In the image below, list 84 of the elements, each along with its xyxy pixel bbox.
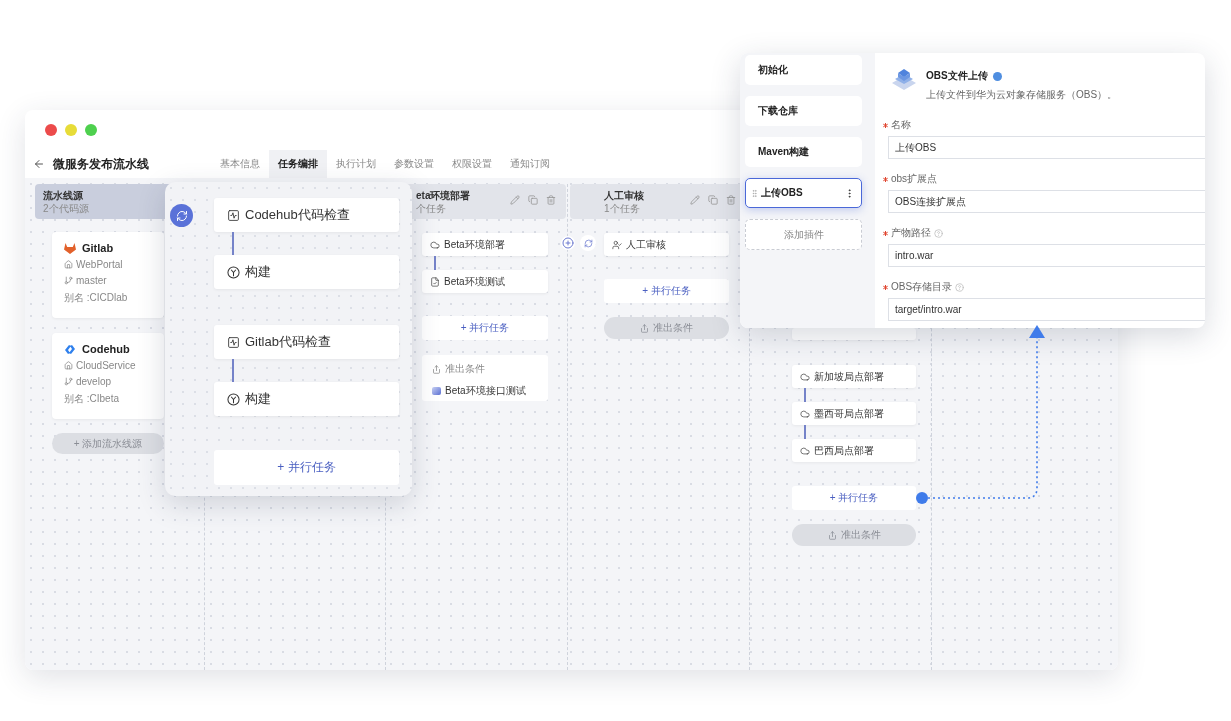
plugin-step[interactable]: 下载仓库 bbox=[745, 96, 862, 126]
cloud-icon bbox=[800, 408, 810, 419]
tab[interactable]: 执行计划 bbox=[327, 150, 385, 178]
start-node-icon[interactable] bbox=[170, 204, 193, 227]
cloud-icon bbox=[800, 445, 810, 456]
tab[interactable]: 任务编排 bbox=[269, 150, 327, 178]
edit-icon[interactable] bbox=[510, 195, 520, 205]
task-card[interactable]: 构建 bbox=[214, 255, 399, 289]
repository-card[interactable]: Codehub CloudService develop 别名 :CIbeta bbox=[52, 333, 164, 419]
delete-icon[interactable] bbox=[546, 195, 556, 205]
parallel-task-button[interactable]: + 并行任务 bbox=[604, 279, 729, 303]
parallel-task-button[interactable]: + 并行任务 bbox=[214, 450, 399, 485]
repository-name: Gitlab bbox=[82, 242, 114, 254]
field-label: obs扩展点 bbox=[891, 172, 938, 186]
home-icon bbox=[64, 361, 73, 370]
tab[interactable]: 通知订阅 bbox=[501, 150, 559, 178]
task-card[interactable]: 墨西哥局点部署 bbox=[792, 402, 916, 425]
plugin-step[interactable]: 上传OBS bbox=[745, 178, 862, 208]
copy-icon[interactable] bbox=[708, 195, 718, 205]
task-card[interactable]: 构建 bbox=[214, 382, 399, 416]
fox-logo-icon bbox=[64, 242, 76, 254]
copy-icon[interactable] bbox=[528, 195, 538, 205]
add-plugin-button[interactable]: 添加插件 bbox=[745, 219, 862, 250]
project-name: WebPortal bbox=[76, 259, 123, 270]
input-field[interactable]: intro.war bbox=[888, 244, 1205, 267]
back-icon[interactable] bbox=[33, 158, 45, 170]
input-field[interactable]: target/intro.war bbox=[888, 298, 1205, 321]
maximize-button[interactable] bbox=[85, 124, 97, 136]
drag-handle-icon[interactable] bbox=[750, 188, 759, 198]
branch-name: develop bbox=[76, 376, 112, 387]
cloud-icon bbox=[800, 371, 810, 382]
branch-icon bbox=[64, 276, 73, 285]
home-icon bbox=[64, 260, 73, 269]
task-card[interactable]: Gitlab代码检查 bbox=[214, 325, 399, 359]
tab[interactable]: 基本信息 bbox=[211, 150, 269, 178]
share-icon bbox=[827, 530, 837, 540]
field-label: 名称 bbox=[891, 118, 911, 132]
plugin-description: 上传文件到华为云对象存储服务（OBS）。 bbox=[926, 88, 1118, 102]
link-logo-icon bbox=[64, 343, 76, 355]
parallel-task-button[interactable]: + 并行任务 bbox=[792, 486, 916, 510]
parallel-task-button[interactable]: + 并行任务 bbox=[422, 316, 548, 340]
task-card[interactable]: 巴西局点部署 bbox=[792, 439, 916, 462]
tab[interactable]: 权限设置 bbox=[443, 150, 501, 178]
fork-circle-icon bbox=[227, 392, 240, 406]
task-card[interactable]: Beta环境测试 bbox=[422, 270, 548, 293]
alias-text: 别名 :CICDlab bbox=[64, 291, 128, 305]
edit-icon[interactable] bbox=[690, 195, 700, 205]
plugin-step[interactable]: 初始化 bbox=[745, 55, 862, 85]
verified-icon bbox=[992, 71, 1002, 81]
branch-icon bbox=[64, 377, 73, 386]
close-button[interactable] bbox=[45, 124, 57, 136]
chart-window-icon bbox=[227, 208, 240, 222]
task-card[interactable]: 人工审核 bbox=[604, 233, 729, 256]
task-card[interactable]: 新加坡局点部署 bbox=[792, 365, 916, 388]
field-label: 产物路径 bbox=[891, 226, 931, 240]
repository-name: Codehub bbox=[82, 343, 130, 355]
delete-icon[interactable] bbox=[726, 195, 736, 205]
input-field[interactable]: OBS连接扩展点 bbox=[888, 190, 1205, 213]
help-icon[interactable] bbox=[955, 282, 965, 292]
cloud-icon bbox=[430, 239, 440, 250]
share-icon bbox=[432, 364, 441, 374]
input-field[interactable]: 上传OBS bbox=[888, 136, 1205, 159]
task-card[interactable] bbox=[792, 328, 916, 340]
project-name: CloudService bbox=[76, 360, 136, 371]
document-icon bbox=[430, 276, 440, 287]
plugin-title: OBS文件上传 bbox=[926, 69, 988, 83]
fork-circle-icon bbox=[227, 265, 240, 279]
exit-condition-label: 准出条件 bbox=[445, 362, 485, 376]
share-icon bbox=[640, 323, 649, 333]
repository-card[interactable]: Gitlab WebPortal master 别名 :CICDlab bbox=[52, 232, 164, 318]
task-card[interactable]: Beta环境部署 bbox=[422, 233, 548, 256]
tab[interactable]: 参数设置 bbox=[385, 150, 443, 178]
minimize-button[interactable] bbox=[65, 124, 77, 136]
chart-window-icon bbox=[227, 335, 240, 349]
alias-text: 别名 :CIbeta bbox=[64, 392, 120, 406]
task-card[interactable]: Codehub代码检查 bbox=[214, 198, 399, 232]
help-icon[interactable] bbox=[934, 228, 943, 238]
person-icon bbox=[612, 239, 622, 250]
plugin-step[interactable]: Maven构建 bbox=[745, 137, 862, 167]
branch-name: master bbox=[76, 275, 107, 286]
window-title: 微服务发布流水线 bbox=[53, 155, 149, 173]
field-label: OBS存储目录 bbox=[891, 280, 953, 294]
exit-condition-item: Beta环境接口测试 bbox=[432, 384, 538, 398]
exit-condition-card[interactable]: 准出条件 Beta环境接口测试 bbox=[422, 355, 548, 401]
